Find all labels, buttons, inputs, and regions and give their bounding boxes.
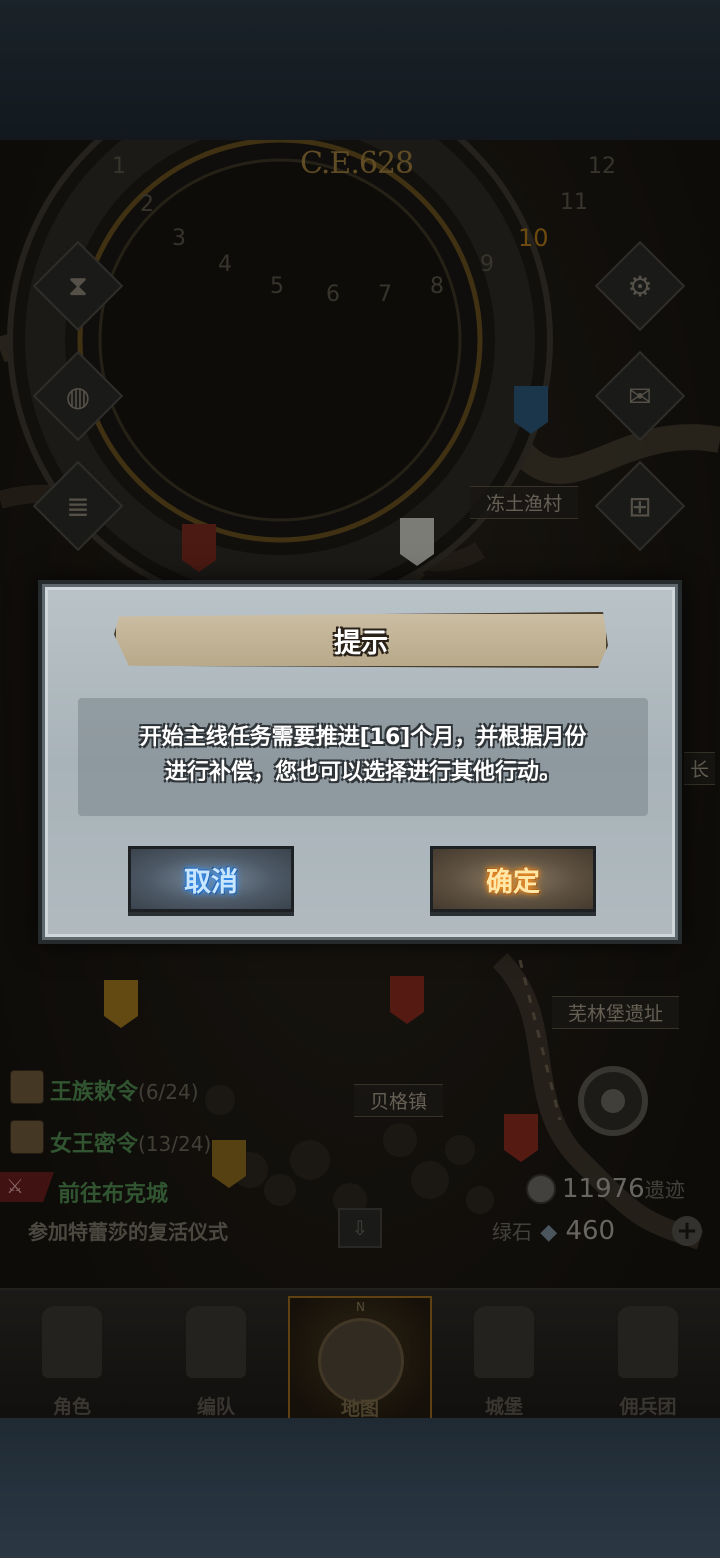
- dialog-body: 开始主线任务需要推进[16]个月，并根据月份 进行补偿，您也可以选择进行其他行动…: [78, 698, 648, 816]
- dialog-title-bar: 提示: [114, 612, 608, 668]
- dialog-message: 开始主线任务需要推进[16]个月，并根据月份 进行补偿，您也可以选择进行其他行动…: [78, 720, 648, 790]
- confirm-dialog: 提示 开始主线任务需要推进[16]个月，并根据月份 进行补偿，您也可以选择进行其…: [38, 580, 682, 944]
- dialog-title: 提示: [334, 627, 388, 659]
- dialog-message-line: 进行补偿，您也可以选择进行其他行动。: [164, 760, 561, 785]
- cancel-button[interactable]: 取消: [128, 846, 294, 912]
- confirm-button[interactable]: 确定: [430, 846, 596, 912]
- bottom-frame: [0, 1418, 720, 1558]
- dialog-message-line: 开始主线任务需要推进[16]个月，并根据月份: [139, 725, 587, 750]
